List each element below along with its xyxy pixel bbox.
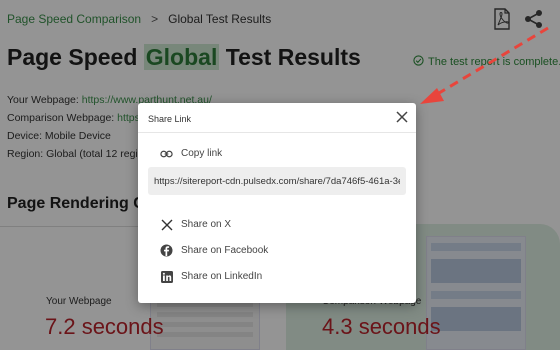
close-icon (396, 111, 408, 123)
copy-link-button[interactable]: Copy link (160, 147, 222, 160)
share-on-facebook-button[interactable]: Share on Facebook (160, 244, 268, 257)
link-icon (160, 147, 173, 160)
linkedin-icon (160, 270, 173, 283)
share-on-linkedin-button[interactable]: Share on LinkedIn (160, 270, 262, 283)
dialog-title: Share Link (148, 114, 192, 124)
share-url-field[interactable] (148, 167, 406, 195)
share-on-linkedin-label: Share on LinkedIn (181, 271, 263, 282)
close-button[interactable] (394, 109, 410, 125)
share-on-x-label: Share on X (181, 219, 232, 230)
share-on-facebook-label: Share on Facebook (181, 245, 269, 256)
x-logo-icon (160, 218, 173, 231)
copy-link-label: Copy link (181, 148, 223, 159)
share-on-x-button[interactable]: Share on X (160, 218, 231, 231)
share-link-dialog: Share Link Copy link Share on X Share on… (138, 103, 416, 303)
dialog-header: Share Link (138, 103, 416, 133)
facebook-icon (160, 244, 173, 257)
